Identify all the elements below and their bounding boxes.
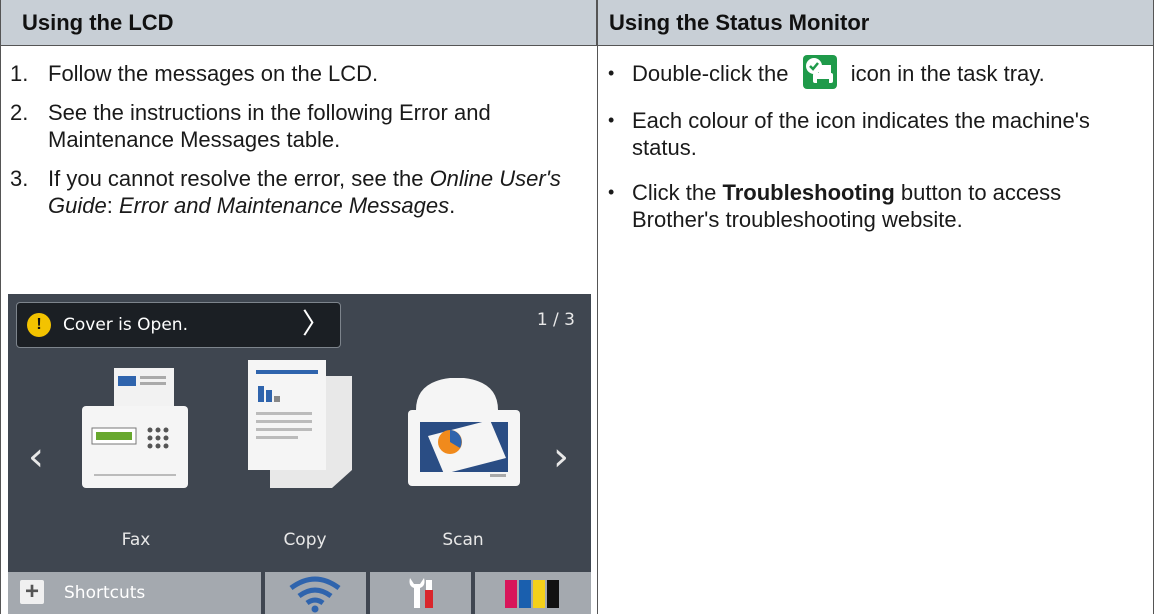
status-monitor-tray-icon: [802, 55, 837, 90]
previous-page-button[interactable]: ‹: [28, 434, 44, 480]
divider: [0, 0, 1, 614]
tools-icon: [409, 578, 433, 608]
section-reference: Error and Maintenance Messages: [118, 193, 450, 218]
ink-button[interactable]: [475, 572, 591, 614]
list-item: 1. Follow the messages on the LCD.: [10, 60, 590, 87]
page-indicator: 1 / 3: [536, 310, 575, 330]
wifi-button[interactable]: [265, 572, 366, 614]
step-text: Follow the messages on the LCD.: [48, 61, 379, 86]
copy-icon: [248, 360, 352, 488]
list-item: • Each colour of the icon indicates the …: [608, 107, 1148, 161]
step-number: 3.: [10, 166, 29, 191]
lcd-steps-list: 1. Follow the messages on the LCD. 2. Se…: [10, 60, 590, 231]
divider: [0, 45, 1154, 46]
bullet-icon: •: [608, 182, 615, 203]
scan-button[interactable]: [398, 360, 528, 525]
step-text: If you cannot resolve the error, see the: [48, 166, 430, 191]
copy-button[interactable]: [244, 360, 364, 525]
step-number: 1.: [10, 61, 29, 86]
chevron-right-icon: 〉: [301, 308, 330, 339]
ink-levels-icon: [505, 580, 559, 608]
copy-label: Copy: [283, 530, 327, 550]
step-text: See the instructions in the following Er…: [48, 100, 491, 152]
plus-icon: +: [20, 580, 44, 604]
list-item: • Double-click the icon in the task tray…: [608, 55, 1148, 90]
fax-icon: [82, 368, 188, 488]
info-table: Using the LCD Using the Status Monitor 1…: [0, 0, 1154, 614]
troubleshooting-term: Troubleshooting: [722, 180, 895, 206]
bullet-icon: •: [608, 110, 615, 131]
bullet-text: Click the: [632, 180, 723, 206]
header-using-lcd: Using the LCD: [0, 0, 597, 46]
warning-icon: !: [27, 313, 51, 337]
list-item: 3. If you cannot resolve the error, see …: [10, 165, 590, 219]
fax-button[interactable]: [76, 360, 196, 525]
lcd-screen: ! Cover is Open. 〉 1 / 3 ‹ › Fax Copy Sc…: [8, 294, 591, 614]
error-message-button[interactable]: ! Cover is Open. 〉: [16, 302, 341, 348]
list-item: • Click the Troubleshooting button to ac…: [608, 179, 1148, 233]
wifi-icon: [289, 576, 341, 613]
divider: [597, 0, 598, 614]
bullet-text: Double-click the: [632, 61, 795, 86]
shortcuts-label: Shortcuts: [64, 583, 146, 603]
status-monitor-list: • Double-click the icon in the task tray…: [608, 55, 1148, 251]
step-number: 2.: [10, 100, 29, 125]
list-item: 2. See the instructions in the following…: [10, 99, 590, 153]
bullet-icon: •: [608, 63, 615, 83]
scan-icon: [408, 378, 520, 486]
error-message-text: Cover is Open.: [63, 315, 188, 335]
bullet-text: icon in the task tray.: [844, 61, 1045, 86]
scan-label: Scan: [442, 530, 484, 550]
shortcuts-button[interactable]: + Shortcuts: [8, 572, 261, 614]
step-text: :: [106, 193, 119, 218]
step-text: .: [449, 193, 456, 218]
settings-button[interactable]: [370, 572, 471, 614]
bullet-text: Each colour of the icon indicates the ma…: [632, 108, 1090, 161]
fax-label: Fax: [121, 530, 151, 550]
next-page-button[interactable]: ›: [553, 434, 569, 480]
header-using-status-monitor: Using the Status Monitor: [597, 0, 1154, 46]
